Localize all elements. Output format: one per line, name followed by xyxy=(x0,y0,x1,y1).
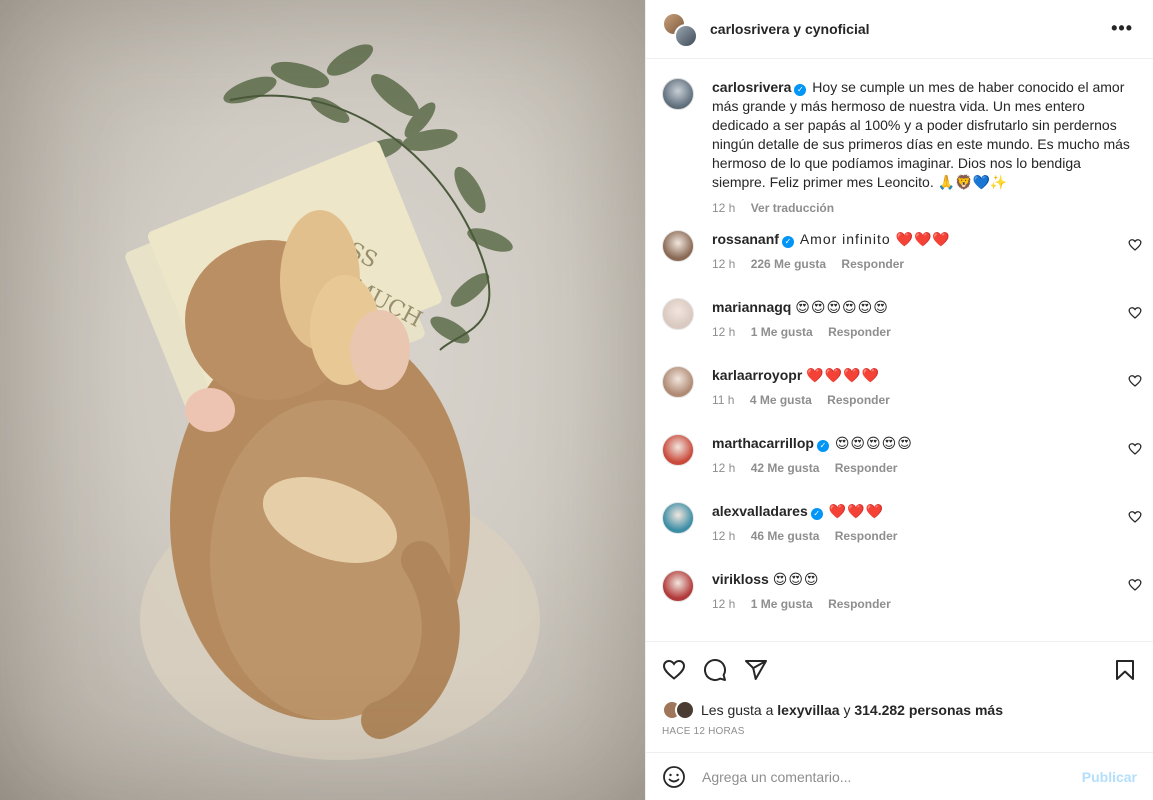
comment-item: rossananf ✓ Amor infinito ❤️❤️❤️ 12 h 226… xyxy=(662,230,1142,271)
save-bookmark-icon[interactable] xyxy=(1113,658,1137,682)
post-header: carlosrivera y cynoficial ••• xyxy=(646,0,1153,59)
comment-item: karlaarroyopr ❤️❤️❤️❤️ 11 h 4 Me gusta R… xyxy=(662,366,1142,407)
comment-likes[interactable]: 4 Me gusta xyxy=(750,393,812,407)
add-comment-bar: Publicar xyxy=(646,752,1153,800)
comment-time: 12 h xyxy=(712,257,736,271)
comment-like-heart-icon[interactable] xyxy=(1128,374,1142,388)
comment-item: mariannagq 😍😍😍😍😍😍 12 h 1 Me gusta Respon… xyxy=(662,298,1142,339)
share-paper-plane-icon[interactable] xyxy=(744,658,768,682)
post-detail-panel: carlosrivera y cynoficial ••• carlosrive… xyxy=(645,0,1153,800)
comment-text: Amor infinito ❤️❤️❤️ xyxy=(799,231,951,247)
post-caption: carlosrivera ✓ Hoy se cumple un mes de ha… xyxy=(662,78,1132,215)
comment-like-heart-icon[interactable] xyxy=(1128,238,1142,252)
comment-likes[interactable]: 1 Me gusta xyxy=(751,325,813,339)
comment-time: 11 h xyxy=(712,393,735,407)
publish-button[interactable]: Publicar xyxy=(1082,769,1137,785)
comment-input[interactable] xyxy=(702,768,1062,785)
comment-likes[interactable]: 226 Me gusta xyxy=(751,257,826,271)
reply-button[interactable]: Responder xyxy=(828,325,891,339)
avatar[interactable] xyxy=(662,298,694,330)
likes-connector: y xyxy=(843,702,851,718)
comment-text: 😍😍😍😍😍 xyxy=(834,435,913,451)
comment-username[interactable]: marthacarrillop xyxy=(712,435,814,451)
more-options-icon[interactable]: ••• xyxy=(1111,18,1133,38)
verified-badge-icon: ✓ xyxy=(781,236,794,248)
comment-like-heart-icon[interactable] xyxy=(1128,510,1142,524)
post-authors[interactable]: carlosrivera y cynoficial xyxy=(710,21,870,37)
verified-badge-icon: ✓ xyxy=(794,84,807,96)
verified-badge-icon: ✓ xyxy=(816,440,829,452)
post-timestamp: HACE 12 HORAS xyxy=(662,726,745,737)
comment-like-heart-icon[interactable] xyxy=(1128,442,1142,456)
comments-section[interactable]: carlosrivera ✓ Hoy se cumple un mes de ha… xyxy=(646,60,1153,640)
comment-item: marthacarrillop ✓ 😍😍😍😍😍 12 h 42 Me gusta … xyxy=(662,434,1142,475)
caption-username[interactable]: carlosrivera xyxy=(712,79,791,95)
comment-item: virikloss 😍😍😍 12 h 1 Me gusta Responder xyxy=(662,570,1142,611)
comment-time: 12 h xyxy=(712,529,736,543)
avatar[interactable] xyxy=(662,502,694,534)
post-photo[interactable]: GUESS HOW MUCH xyxy=(0,0,645,800)
comment-time: 12 h xyxy=(712,461,736,475)
comment-like-heart-icon[interactable] xyxy=(1128,306,1142,320)
comment-username[interactable]: alexvalladares xyxy=(712,503,808,519)
comment-time: 12 h xyxy=(712,597,736,611)
avatar[interactable] xyxy=(662,570,694,602)
verified-badge-icon: ✓ xyxy=(810,508,823,520)
comment-likes[interactable]: 42 Me gusta xyxy=(751,461,820,475)
comment-username[interactable]: virikloss xyxy=(712,571,769,587)
reply-button[interactable]: Responder xyxy=(835,461,898,475)
emoji-smile-icon[interactable] xyxy=(662,765,686,789)
avatar xyxy=(674,24,698,48)
comment-bubble-icon[interactable] xyxy=(703,658,727,682)
comment-likes[interactable]: 46 Me gusta xyxy=(751,529,820,543)
likes-summary[interactable]: Les gusta a lexyvillaa y 314.282 persona… xyxy=(662,700,1003,720)
reply-button[interactable]: Responder xyxy=(835,529,898,543)
avatar xyxy=(675,700,695,720)
comment-text: ❤️❤️❤️ xyxy=(828,503,884,519)
reply-button[interactable]: Responder xyxy=(841,257,904,271)
comment-like-heart-icon[interactable] xyxy=(1128,578,1142,592)
comment-item: alexvalladares ✓ ❤️❤️❤️ 12 h 46 Me gusta … xyxy=(662,502,1142,543)
comment-time: 12 h xyxy=(712,325,736,339)
comment-text: 😍😍😍 xyxy=(772,571,820,587)
reply-button[interactable]: Responder xyxy=(827,393,890,407)
avatar[interactable] xyxy=(662,230,694,262)
reply-button[interactable]: Responder xyxy=(828,597,891,611)
author-avatars[interactable] xyxy=(662,12,698,48)
avatar[interactable] xyxy=(662,434,694,466)
comment-username[interactable]: rossananf xyxy=(712,231,779,247)
like-heart-icon[interactable] xyxy=(662,658,686,682)
comment-text: 😍😍😍😍😍😍 xyxy=(795,299,889,315)
caption-time: 12 h xyxy=(712,201,736,215)
comment-text: ❤️❤️❤️❤️ xyxy=(806,367,880,383)
caption-text: Hoy se cumple un mes de haber conocido e… xyxy=(712,79,1130,190)
likes-count[interactable]: 314.282 personas más xyxy=(854,702,1003,718)
avatar[interactable] xyxy=(662,78,694,110)
avatar[interactable] xyxy=(662,366,694,398)
see-translation-link[interactable]: Ver traducción xyxy=(751,201,834,215)
comment-likes[interactable]: 1 Me gusta xyxy=(751,597,813,611)
likes-user[interactable]: lexyvillaa xyxy=(777,702,839,718)
likes-prefix: Les gusta a xyxy=(701,702,774,718)
comment-username[interactable]: mariannagq xyxy=(712,299,791,315)
comment-username[interactable]: karlaarroyopr xyxy=(712,367,802,383)
